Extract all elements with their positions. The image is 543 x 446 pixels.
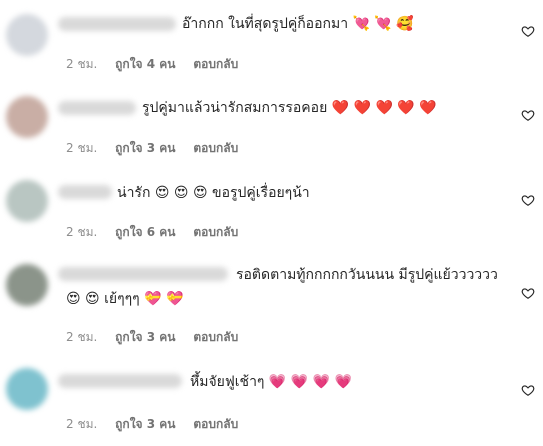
avatar[interactable] [6, 264, 48, 306]
reply-button[interactable]: ตอบกลับ [193, 330, 238, 344]
comment-likes[interactable]: ถูกใจ 4 คน [115, 57, 175, 71]
comment-likes[interactable]: ถูกใจ 6 คน [115, 225, 175, 239]
reply-button[interactable]: ตอบกลับ [193, 417, 238, 431]
comment-meta: 2 ชม. ถูกใจ 6 คน ตอบกลับ [66, 223, 252, 242]
like-heart-icon[interactable] [521, 383, 535, 397]
username-blurred[interactable] [58, 374, 182, 388]
comment-time[interactable]: 2 ชม. [66, 330, 97, 344]
username-blurred[interactable] [58, 17, 176, 31]
comment-meta: 2 ชม. ถูกใจ 3 คน ตอบกลับ [66, 328, 252, 347]
comment-text-line2: 😍 😍 เย้ๆๆๆ 💝 💝 [66, 291, 184, 307]
like-heart-icon[interactable] [521, 193, 535, 207]
comment-meta: 2 ชม. ถูกใจ 3 คน ตอบกลับ [66, 139, 252, 158]
comment-likes[interactable]: ถูกใจ 3 คน [115, 141, 175, 155]
reply-button[interactable]: ตอบกลับ [193, 57, 238, 71]
comment-likes[interactable]: ถูกใจ 3 คน [115, 417, 175, 431]
comment-time[interactable]: 2 ชม. [66, 57, 97, 71]
reply-button[interactable]: ตอบกลับ [193, 225, 238, 239]
avatar[interactable] [6, 14, 48, 56]
like-heart-icon[interactable] [521, 24, 535, 38]
comment-text: รอติดตามทู้กกกกกวันนนน มีรูปคู่แย้วววววว [236, 267, 498, 283]
reply-button[interactable]: ตอบกลับ [193, 141, 238, 155]
comment-text: หึ้มจัยฟูเช้าๆ 💗 💗 💗 💗 [190, 374, 352, 390]
username-blurred[interactable] [58, 267, 228, 281]
comment-time[interactable]: 2 ชม. [66, 417, 97, 431]
like-heart-icon[interactable] [521, 108, 535, 122]
comment-text: น่ารัก 😍 😍 😍 ขอรูปคู่เรื่อยๆน้า [117, 185, 310, 201]
username-blurred[interactable] [58, 101, 136, 115]
comment-text: อ๊ากกก ในที่สุดรูปคู่ก็ออกมา 💘 💘 🥰 [182, 16, 414, 32]
comment-text: รูปคู่มาแล้วน่ารักสมการรอคอย ❤️ ❤️ ❤️ ❤️… [142, 100, 437, 116]
comment-time[interactable]: 2 ชม. [66, 225, 97, 239]
avatar[interactable] [6, 180, 48, 222]
comment-meta: 2 ชม. ถูกใจ 3 คน ตอบกลับ [66, 415, 252, 434]
comment-meta: 2 ชม. ถูกใจ 4 คน ตอบกลับ [66, 55, 252, 74]
like-heart-icon[interactable] [521, 286, 535, 300]
avatar[interactable] [6, 96, 48, 138]
comment-time[interactable]: 2 ชม. [66, 141, 97, 155]
avatar[interactable] [6, 368, 48, 410]
username-blurred[interactable] [58, 185, 112, 199]
comment-likes[interactable]: ถูกใจ 3 คน [115, 330, 175, 344]
